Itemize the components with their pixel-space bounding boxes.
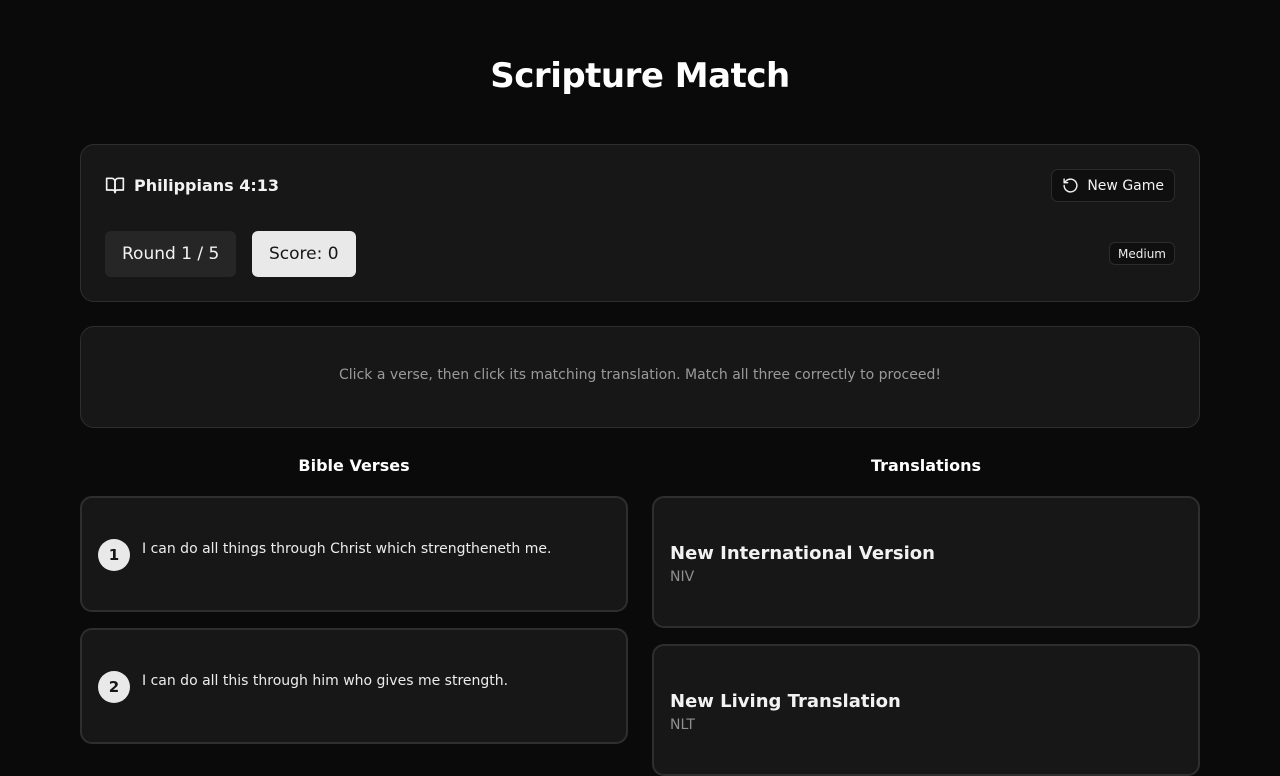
round-indicator: Round 1 / 5 xyxy=(105,231,237,277)
book-open-icon xyxy=(105,175,125,195)
instructions-text: Click a verse, then click its matching t… xyxy=(339,367,941,383)
app-title: Scripture Match xyxy=(490,56,790,96)
verse-reference-label: Philippians 4:13 xyxy=(134,175,280,195)
difficulty-badge: Medium xyxy=(1109,242,1175,265)
translations-heading: Translations xyxy=(870,456,982,475)
translation-card[interactable]: New International Version NIV xyxy=(652,496,1200,628)
verse-card[interactable]: 2 I can do all this through him who give… xyxy=(80,628,628,744)
verse-text: I can do all things through Christ which… xyxy=(142,541,552,557)
translation-name: New International Version xyxy=(670,543,935,564)
score-indicator: Score: 0 xyxy=(252,231,356,277)
round-header-card: Philippians 4:13 New Game Round 1 / 5 Sc… xyxy=(80,144,1200,302)
verse-card[interactable]: 1 I can do all things through Christ whi… xyxy=(80,496,628,612)
translation-abbreviation: NLT xyxy=(670,717,695,733)
verse-text: I can do all this through him who gives … xyxy=(142,673,509,689)
translation-abbreviation: NIV xyxy=(670,569,695,585)
verse-number-badge: 2 xyxy=(98,671,130,703)
new-game-button[interactable]: New Game xyxy=(1051,169,1175,202)
instructions-card: Click a verse, then click its matching t… xyxy=(80,326,1200,428)
rotate-ccw-icon xyxy=(1062,177,1079,194)
translation-name: New Living Translation xyxy=(670,691,901,712)
translation-card[interactable]: New Living Translation NLT xyxy=(652,644,1200,776)
verse-number-badge: 1 xyxy=(98,539,130,571)
new-game-label: New Game xyxy=(1087,177,1164,194)
verse-reference: Philippians 4:13 xyxy=(105,175,279,195)
bible-verses-heading: Bible Verses xyxy=(298,456,410,475)
